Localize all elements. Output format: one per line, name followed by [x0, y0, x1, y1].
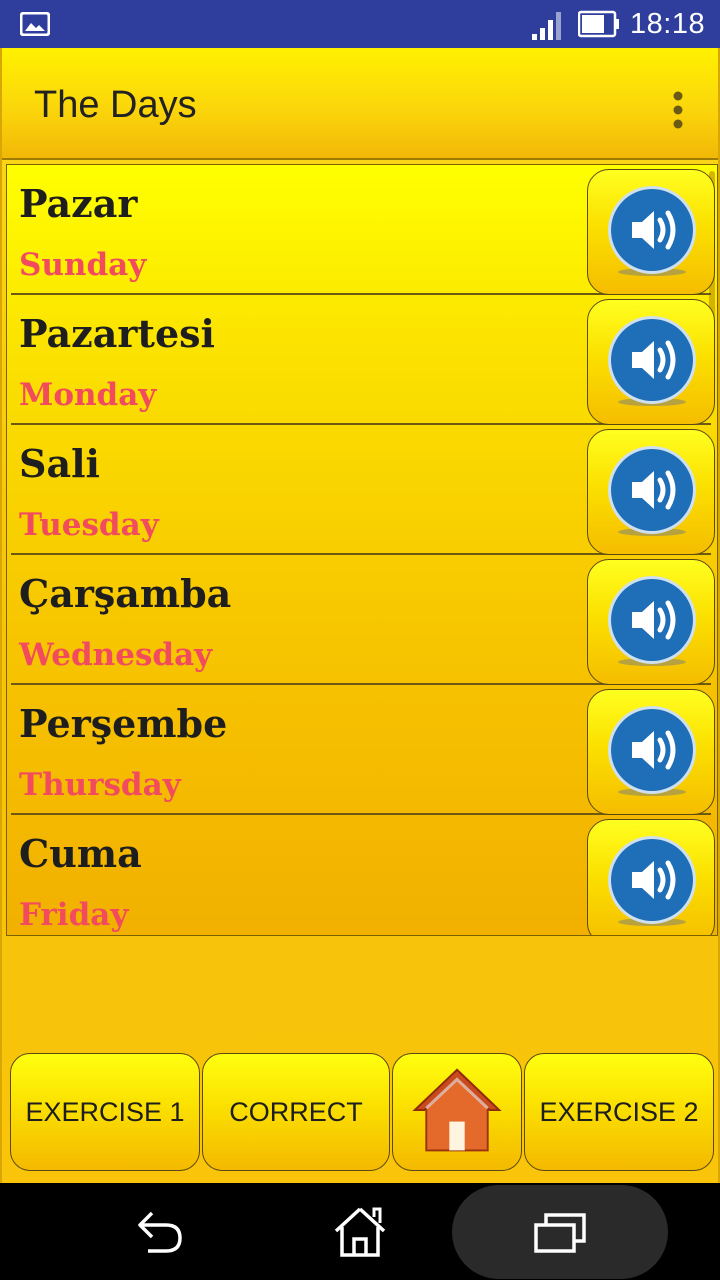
navigation-bar	[0, 1183, 720, 1280]
turkish-word: Sali	[19, 441, 100, 486]
more-vert-icon[interactable]	[670, 90, 686, 130]
page-title: The Days	[34, 84, 197, 126]
speaker-icon	[608, 836, 696, 926]
turkish-word: Perşembe	[19, 701, 228, 746]
english-translation: Wednesday	[19, 637, 213, 673]
toolbar: The Days	[2, 48, 718, 160]
exercise-2-button[interactable]: EXERCISE 2	[524, 1053, 714, 1171]
home-icon	[412, 1068, 502, 1152]
gallery-icon	[20, 12, 50, 36]
correct-button[interactable]: CORRECT	[202, 1053, 390, 1171]
speaker-icon	[608, 316, 696, 406]
play-sound-button[interactable]	[587, 559, 715, 685]
speaker-icon	[608, 186, 696, 276]
list-item[interactable]: Cuma Friday	[11, 815, 715, 935]
turkish-word: Pazartesi	[19, 311, 215, 356]
status-bar: 18:18	[0, 0, 720, 48]
days-list[interactable]: Pazar Sunday Pazartesi Monday Sali Tuesd…	[6, 164, 718, 936]
english-translation: Friday	[19, 897, 129, 933]
app-container: The Days Pazar Sunday Pazartesi Monday S…	[0, 48, 720, 1183]
list-item[interactable]: Sali Tuesday	[11, 425, 715, 555]
speaker-icon	[608, 706, 696, 796]
play-sound-button[interactable]	[587, 819, 715, 935]
exercise-1-button[interactable]: EXERCISE 1	[10, 1053, 200, 1171]
play-sound-button[interactable]	[587, 429, 715, 555]
play-sound-button[interactable]	[587, 689, 715, 815]
turkish-word: Çarşamba	[19, 571, 232, 616]
speaker-icon	[608, 446, 696, 536]
play-sound-button[interactable]	[587, 169, 715, 295]
recent-apps-icon[interactable]	[532, 1211, 588, 1255]
english-translation: Tuesday	[19, 507, 159, 543]
turkish-word: Pazar	[19, 181, 138, 226]
back-icon[interactable]	[134, 1207, 186, 1257]
status-clock: 18:18	[630, 8, 706, 40]
speaker-icon	[608, 576, 696, 666]
english-translation: Sunday	[19, 247, 147, 283]
list-item[interactable]: Çarşamba Wednesday	[11, 555, 715, 685]
turkish-word: Cuma	[19, 831, 142, 876]
list-item[interactable]: Pazartesi Monday	[11, 295, 715, 425]
battery-icon	[578, 10, 619, 38]
english-translation: Monday	[19, 377, 157, 413]
home-button[interactable]	[392, 1053, 522, 1171]
play-sound-button[interactable]	[587, 299, 715, 425]
list-item[interactable]: Pazar Sunday	[11, 165, 715, 295]
signal-icon	[532, 12, 561, 40]
list-item[interactable]: Perşembe Thursday	[11, 685, 715, 815]
home-icon[interactable]	[332, 1205, 388, 1259]
english-translation: Thursday	[19, 767, 181, 803]
